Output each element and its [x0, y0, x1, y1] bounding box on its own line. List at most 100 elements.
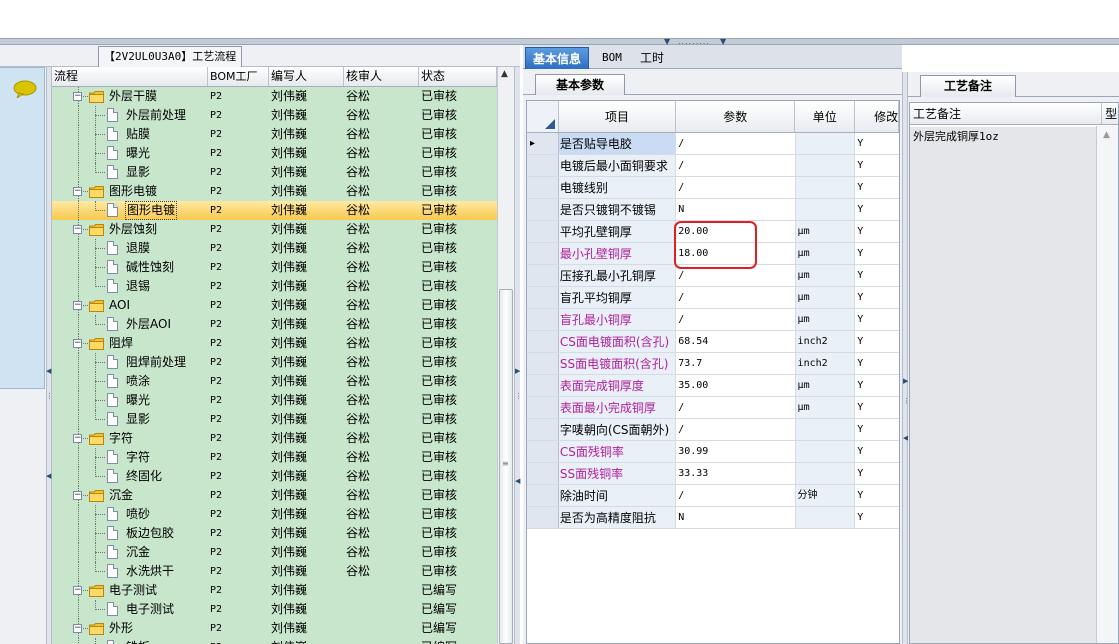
tree-row-step[interactable]: 电子测试 P2 刘伟巍 已编写 — [52, 600, 497, 619]
param-value[interactable]: / — [676, 397, 796, 418]
row-selector[interactable]: ▸ — [527, 133, 559, 154]
param-value[interactable]: N — [676, 507, 796, 528]
tree-row-group[interactable]: − 电子测试 P2 刘伟巍 已编写 — [52, 581, 497, 600]
row-selector[interactable] — [527, 221, 559, 242]
param-row[interactable]: 是否为高精度阻抗 N Y — [527, 507, 899, 529]
param-value[interactable]: / — [676, 419, 796, 440]
collapse-toggle-icon[interactable]: − — [73, 301, 82, 310]
param-row[interactable]: 表面完成铜厚度 35.00 μm Y — [527, 375, 899, 397]
collapse-left-icon[interactable]: ◀ — [46, 367, 51, 375]
param-modify-flag[interactable]: Y — [855, 133, 899, 154]
tree-row-step[interactable]: 喷涂 P2 刘伟巍 谷松 已审核 — [52, 372, 497, 391]
process-note-text[interactable]: 外层完成铜厚1oz — [913, 128, 999, 144]
param-row[interactable]: ▸ 是否贴导电胶 / Y — [527, 133, 899, 155]
tree-row-step[interactable]: 贴膜 P2 刘伟巍 谷松 已审核 — [52, 125, 497, 144]
column-header-status[interactable]: 状态 — [419, 67, 497, 86]
column-header-modify[interactable]: 修改 — [855, 101, 899, 132]
param-modify-flag[interactable]: Y — [855, 375, 899, 396]
collapse-toggle-icon[interactable]: − — [73, 339, 82, 348]
notes-vertical-scrollbar[interactable]: ▲ — [1096, 126, 1118, 643]
collapse-toggle-icon[interactable]: − — [73, 434, 82, 443]
param-row[interactable]: SS面残铜率 33.33 Y — [527, 463, 899, 485]
param-row[interactable]: SS面电镀面积(含孔) 73.7 inch2 Y — [527, 353, 899, 375]
param-row[interactable]: 盲孔最小铜厚 / μm Y — [527, 309, 899, 331]
subtab-process-notes[interactable]: 工艺备注 — [920, 75, 1016, 97]
param-modify-flag[interactable]: Y — [855, 463, 899, 484]
chat-bubble-icon[interactable] — [13, 80, 37, 98]
row-selector[interactable] — [527, 331, 559, 352]
tree-row-group[interactable]: − 外形 P2 刘伟巍 已编写 — [52, 619, 497, 638]
param-value[interactable]: / — [676, 287, 796, 308]
column-header-process-notes[interactable]: 工艺备注 — [910, 103, 1103, 124]
param-value[interactable]: 30.99 — [676, 441, 796, 462]
tree-row-step[interactable]: 喷砂 P2 刘伟巍 谷松 已审核 — [52, 505, 497, 524]
column-header-item[interactable]: 项目 — [559, 101, 677, 132]
tab-work-hours[interactable]: 工时 — [633, 47, 671, 69]
tree-row-group[interactable]: − AOI P2 刘伟巍 谷松 已审核 — [52, 296, 497, 315]
tree-row-step[interactable]: 字符 P2 刘伟巍 谷松 已审核 — [52, 448, 497, 467]
param-modify-flag[interactable]: Y — [855, 419, 899, 440]
collapse-toggle-icon[interactable]: − — [73, 187, 82, 196]
row-selector[interactable] — [527, 419, 559, 440]
tree-row-group[interactable]: − 外层蚀刻 P2 刘伟巍 谷松 已审核 — [52, 220, 497, 239]
row-selector[interactable] — [527, 177, 559, 198]
tree-row-step[interactable]: 图形电镀 P2 刘伟巍 谷松 已审核 — [52, 201, 497, 220]
param-modify-flag[interactable]: Y — [855, 331, 899, 352]
param-row[interactable]: 除油时间 / 分钟 Y — [527, 485, 899, 507]
row-selector[interactable] — [527, 155, 559, 176]
row-selector[interactable] — [527, 375, 559, 396]
tree-row-step[interactable]: 曝光 P2 刘伟巍 谷松 已审核 — [52, 391, 497, 410]
collapse-toggle-icon[interactable]: − — [73, 491, 82, 500]
row-selector[interactable] — [527, 309, 559, 330]
tree-row-group[interactable]: − 阻焊 P2 刘伟巍 谷松 已审核 — [52, 334, 497, 353]
param-row[interactable]: 是否只镀铜不镀锡 N Y — [527, 199, 899, 221]
scroll-up-icon[interactable]: ▲ — [501, 69, 508, 79]
middle-splitter[interactable]: ▶ ⋮ ◀ — [514, 67, 522, 644]
param-row[interactable]: 表面最小完成铜厚 / μm Y — [527, 397, 899, 419]
param-modify-flag[interactable]: Y — [855, 507, 899, 528]
column-header-flow[interactable]: 流程 — [52, 67, 208, 86]
row-selector[interactable] — [527, 463, 559, 484]
tree-row-step[interactable]: 板边包胶 P2 刘伟巍 谷松 已审核 — [52, 524, 497, 543]
column-header-bom-factory[interactable]: BOM工厂 — [208, 67, 269, 86]
scrollbar-thumb[interactable]: ≡ — [499, 289, 513, 644]
param-value[interactable]: / — [676, 155, 796, 176]
column-header-unit[interactable]: 单位 — [795, 101, 856, 132]
param-row[interactable]: CS面残铜率 30.99 Y — [527, 441, 899, 463]
row-selector[interactable] — [527, 199, 559, 220]
param-row[interactable]: 盲孔平均铜厚 / μm Y — [527, 287, 899, 309]
param-value[interactable]: / — [676, 133, 796, 154]
param-modify-flag[interactable]: Y — [855, 199, 899, 220]
tree-row-step[interactable]: 碱性蚀刻 P2 刘伟巍 谷松 已审核 — [52, 258, 497, 277]
select-all-corner[interactable] — [527, 101, 559, 132]
param-modify-flag[interactable]: Y — [855, 397, 899, 418]
row-selector[interactable] — [527, 265, 559, 286]
param-value[interactable]: / — [676, 177, 796, 198]
param-row[interactable]: 电镀线别 / Y — [527, 177, 899, 199]
tree-row-step[interactable]: 退锡 P2 刘伟巍 谷松 已审核 — [52, 277, 497, 296]
collapse-left-icon[interactable]: ◀ — [515, 477, 520, 485]
param-value[interactable]: 68.54 — [676, 331, 796, 352]
tree-row-step[interactable]: 水洗烘干 P2 刘伟巍 谷松 已审核 — [52, 562, 497, 581]
tree-row-group[interactable]: − 图形电镀 P2 刘伟巍 谷松 已审核 — [52, 182, 497, 201]
column-header-value[interactable]: 参数 — [676, 101, 796, 132]
row-selector[interactable] — [527, 507, 559, 528]
param-modify-flag[interactable]: Y — [855, 265, 899, 286]
tree-row-step[interactable]: 退膜 P2 刘伟巍 谷松 已审核 — [52, 239, 497, 258]
tree-row-group[interactable]: − 外层干膜 P2 刘伟巍 谷松 已审核 — [52, 87, 497, 106]
tree-row-step[interactable]: 显影 P2 刘伟巍 谷松 已审核 — [52, 163, 497, 182]
tree-row-step[interactable]: 外层前处理 P2 刘伟巍 谷松 已审核 — [52, 106, 497, 125]
tree-row-step[interactable]: 显影 P2 刘伟巍 谷松 已审核 — [52, 410, 497, 429]
param-value[interactable]: 35.00 — [676, 375, 796, 396]
param-modify-flag[interactable]: Y — [855, 353, 899, 374]
param-value[interactable]: N — [676, 199, 796, 220]
row-selector[interactable] — [527, 287, 559, 308]
param-modify-flag[interactable]: Y — [855, 155, 899, 176]
param-value[interactable]: / — [676, 309, 796, 330]
row-selector[interactable] — [527, 485, 559, 506]
param-value[interactable]: / — [676, 485, 796, 506]
collapse-toggle-icon[interactable]: − — [73, 586, 82, 595]
subtab-basic-params[interactable]: 基本参数 — [535, 74, 625, 95]
collapse-toggle-icon[interactable]: − — [73, 225, 82, 234]
horizontal-splitter[interactable]: ▼ ......... ▼ — [0, 37, 1119, 46]
